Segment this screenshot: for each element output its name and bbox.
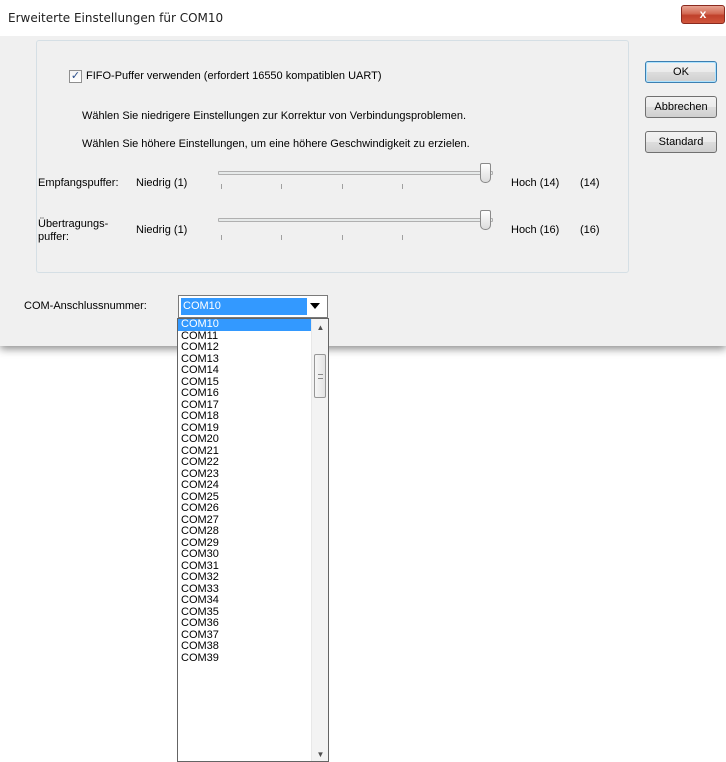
hint-higher-settings: Wählen Sie höhere Einstellungen, um eine… (82, 138, 470, 150)
transmit-buffer-label-line1: Übertragungs- (38, 218, 109, 230)
close-button[interactable]: x (681, 5, 725, 24)
list-item-com30[interactable]: COM30 (178, 548, 311, 561)
list-item-com20[interactable]: COM20 (178, 433, 311, 446)
slider-tick (341, 184, 343, 189)
list-item-com18[interactable]: COM18 (178, 410, 311, 423)
fifo-checkbox-label: FIFO-Puffer verwenden (erfordert 16550 k… (86, 70, 382, 82)
list-item-com32[interactable]: COM32 (178, 571, 311, 584)
transmit-buffer-label-line2: puffer: (38, 231, 69, 243)
com-port-dropdown-list[interactable]: COM10 COM11 COM12 COM13 COM14 COM15 COM16 COM17… (177, 318, 329, 762)
fifo-checkbox[interactable]: ✓ (69, 69, 82, 83)
slider-tick (281, 235, 283, 240)
receive-buffer-low-label: Niedrig (1) (136, 177, 188, 189)
com-port-selected-value: COM10 (181, 298, 307, 315)
grip-icon (318, 374, 323, 379)
transmit-buffer-track[interactable] (218, 218, 493, 222)
scroll-down-icon[interactable]: ▼ (312, 746, 328, 761)
receive-buffer-high-label: Hoch (14) (511, 177, 560, 189)
com-port-select[interactable]: COM10 (178, 295, 328, 318)
checkmark-icon: ✓ (70, 69, 81, 82)
scrollbar-thumb[interactable] (314, 354, 326, 398)
receive-buffer-value: (14) (580, 177, 600, 189)
list-item-com36[interactable]: COM36 (178, 617, 311, 630)
default-button[interactable]: Standard (645, 131, 717, 153)
transmit-buffer-high-label: Hoch (16) (511, 224, 560, 236)
window-title: Erweiterte Einstellungen für COM10 (8, 11, 224, 25)
dropdown-scrollbar[interactable]: ▲ ▼ (311, 319, 328, 761)
close-icon: x (699, 7, 707, 21)
list-item-com14[interactable]: COM14 (178, 364, 311, 377)
slider-tick (401, 235, 403, 240)
com-port-options: COM10 COM11 COM12 COM13 COM14 COM15 COM16 COM17… (178, 319, 311, 761)
receive-buffer-track[interactable] (218, 171, 493, 175)
ok-button[interactable]: OK (645, 61, 717, 83)
list-item-com28[interactable]: COM28 (178, 525, 311, 538)
list-item-com10[interactable]: COM10 (178, 319, 311, 331)
hint-lower-settings: Wählen Sie niedrigere Einstellungen zur … (82, 110, 467, 122)
transmit-buffer-thumb[interactable] (480, 210, 491, 230)
receive-buffer-thumb[interactable] (480, 163, 491, 183)
transmit-buffer-value: (16) (580, 224, 600, 236)
scroll-up-icon[interactable]: ▲ (312, 319, 328, 336)
list-item-com39[interactable]: COM39 (178, 652, 311, 665)
list-item-com34[interactable]: COM34 (178, 594, 311, 607)
slider-tick (341, 235, 343, 240)
list-item-com38[interactable]: COM38 (178, 640, 311, 653)
transmit-buffer-low-label: Niedrig (1) (136, 224, 188, 236)
receive-buffer-label: Empfangspuffer: (38, 177, 119, 189)
com-port-label: COM-Anschlussnummer: (24, 300, 147, 312)
slider-tick (221, 235, 222, 240)
title-bar: Erweiterte Einstellungen für COM10 x (0, 0, 726, 36)
list-item-com24[interactable]: COM24 (178, 479, 311, 492)
slider-tick (401, 184, 403, 189)
cancel-button[interactable]: Abbrechen (645, 96, 717, 118)
list-item-com12[interactable]: COM12 (178, 341, 311, 354)
list-item-com16[interactable]: COM16 (178, 387, 311, 400)
slider-tick (281, 184, 283, 189)
list-item-com22[interactable]: COM22 (178, 456, 311, 469)
list-item-com26[interactable]: COM26 (178, 502, 311, 515)
fifo-checkbox-row[interactable]: ✓ FIFO-Puffer verwenden (erfordert 16550… (66, 68, 385, 84)
chevron-down-icon[interactable] (310, 303, 320, 309)
slider-tick (221, 184, 222, 189)
advanced-settings-dialog: Erweiterte Einstellungen für COM10 x ✓ F… (0, 0, 726, 346)
